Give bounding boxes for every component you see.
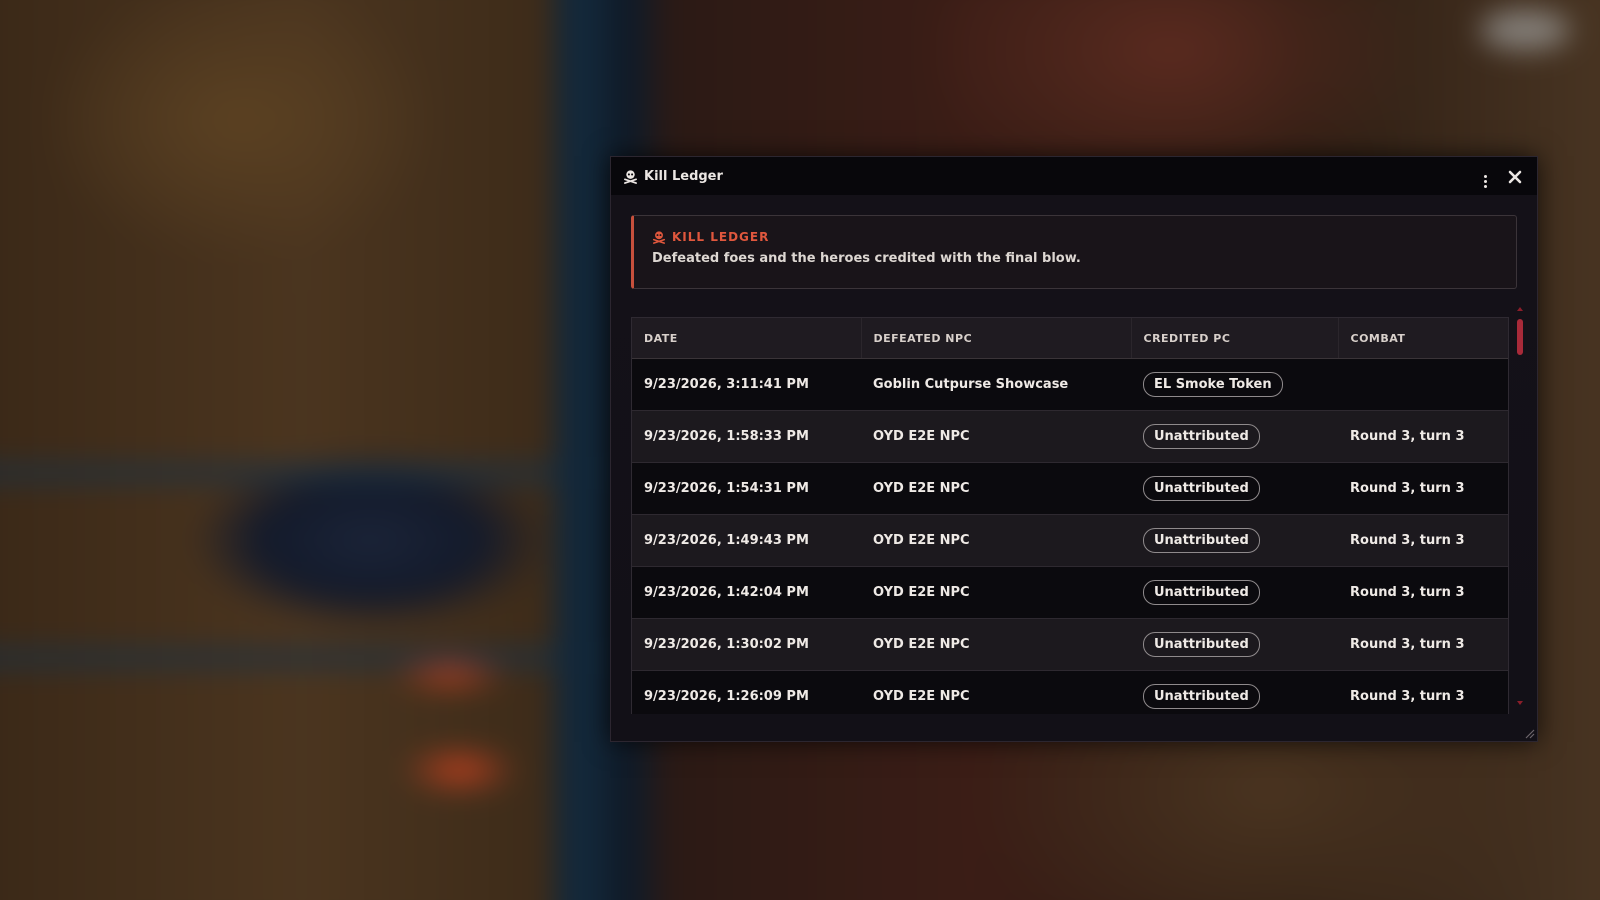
credited-pc-pill[interactable]: Unattributed <box>1143 580 1260 605</box>
column-header-credited-pc[interactable]: CREDITED PC <box>1131 318 1339 359</box>
table-row[interactable]: 9/23/2026, 3:11:41 PM Goblin Cutpurse Sh… <box>632 358 1508 411</box>
table-header-row: DATE DEFEATED NPC CREDITED PC COMBAT <box>632 318 1508 359</box>
scrollbar-thumb[interactable] <box>1517 319 1523 355</box>
card-eyebrow: KILL LEDGER <box>652 230 1498 244</box>
cell-date: 9/23/2026, 1:42:04 PM <box>632 566 861 619</box>
map-wall <box>0 465 610 481</box>
kill-table-container[interactable]: DATE DEFEATED NPC CREDITED PC COMBAT 9/2… <box>631 317 1509 714</box>
cell-credited-pc: Unattributed <box>1131 566 1338 619</box>
scroll-up-arrow-icon[interactable] <box>1517 307 1523 311</box>
table-scrollbar[interactable] <box>1517 307 1523 705</box>
cell-combat: Round 3, turn 3 <box>1338 514 1508 567</box>
kill-ledger-window: Kill Ledger KILL LEDGER Defeated foes an… <box>610 156 1538 742</box>
credited-pc-pill[interactable]: EL Smoke Token <box>1143 372 1283 397</box>
map-token <box>1480 10 1570 50</box>
credited-pc-pill[interactable]: Unattributed <box>1143 424 1260 449</box>
kebab-menu-icon[interactable] <box>1475 162 1495 191</box>
table-row[interactable]: 9/23/2026, 1:58:33 PM OYD E2E NPC Unattr… <box>632 410 1508 463</box>
column-header-defeated-npc[interactable]: DEFEATED NPC <box>861 318 1132 359</box>
skull-icon <box>624 169 637 184</box>
cell-defeated-npc: OYD E2E NPC <box>861 566 1131 619</box>
cell-credited-pc: Unattributed <box>1131 618 1338 671</box>
card-subtitle: Defeated foes and the heroes credited wi… <box>652 251 1081 266</box>
cell-defeated-npc: OYD E2E NPC <box>861 618 1131 671</box>
column-header-combat[interactable]: COMBAT <box>1338 318 1508 359</box>
table-row[interactable]: 9/23/2026, 1:49:43 PM OYD E2E NPC Unattr… <box>632 514 1508 567</box>
cell-defeated-npc: Goblin Cutpurse Showcase <box>861 358 1131 411</box>
resize-handle-icon[interactable] <box>1523 727 1535 739</box>
cell-credited-pc: Unattributed <box>1131 462 1338 515</box>
table-row[interactable]: 9/23/2026, 1:54:31 PM OYD E2E NPC Unattr… <box>632 462 1508 515</box>
credited-pc-pill[interactable]: Unattributed <box>1143 632 1260 657</box>
card-eyebrow-label: KILL LEDGER <box>672 230 770 244</box>
cell-credited-pc: Unattributed <box>1131 514 1338 567</box>
close-icon[interactable] <box>1505 166 1525 187</box>
cell-date: 9/23/2026, 1:54:31 PM <box>632 462 861 515</box>
kill-table: DATE DEFEATED NPC CREDITED PC COMBAT 9/2… <box>632 318 1508 714</box>
credited-pc-pill[interactable]: Unattributed <box>1143 528 1260 553</box>
cell-date: 9/23/2026, 1:30:02 PM <box>632 618 861 671</box>
cell-defeated-npc: OYD E2E NPC <box>861 670 1131 714</box>
window-title: Kill Ledger <box>644 168 723 184</box>
cell-combat: Round 3, turn 3 <box>1338 462 1508 515</box>
cell-date: 9/23/2026, 1:49:43 PM <box>632 514 861 567</box>
credited-pc-pill[interactable]: Unattributed <box>1143 476 1260 501</box>
cell-credited-pc: Unattributed <box>1131 670 1338 714</box>
cell-combat: Round 3, turn 3 <box>1338 410 1508 463</box>
cell-defeated-npc: OYD E2E NPC <box>861 462 1131 515</box>
cell-date: 9/23/2026, 1:26:09 PM <box>632 670 861 714</box>
cell-combat: Round 3, turn 3 <box>1338 566 1508 619</box>
table-row[interactable]: 9/23/2026, 1:30:02 PM OYD E2E NPC Unattr… <box>632 618 1508 671</box>
cell-combat: Round 3, turn 3 <box>1338 670 1508 714</box>
window-titlebar[interactable]: Kill Ledger <box>611 157 1537 195</box>
credited-pc-pill[interactable]: Unattributed <box>1143 684 1260 709</box>
column-header-date[interactable]: DATE <box>632 318 862 359</box>
cell-defeated-npc: OYD E2E NPC <box>861 514 1131 567</box>
cell-date: 9/23/2026, 3:11:41 PM <box>632 358 861 411</box>
cell-date: 9/23/2026, 1:58:33 PM <box>632 410 861 463</box>
map-wall <box>0 650 610 666</box>
scroll-down-arrow-icon[interactable] <box>1517 701 1523 705</box>
table-row[interactable]: 9/23/2026, 1:42:04 PM OYD E2E NPC Unattr… <box>632 566 1508 619</box>
table-row[interactable]: 9/23/2026, 1:26:09 PM OYD E2E NPC Unattr… <box>632 670 1508 714</box>
cell-defeated-npc: OYD E2E NPC <box>861 410 1131 463</box>
skull-icon <box>652 231 666 244</box>
cell-combat: Round 3, turn 3 <box>1338 618 1508 671</box>
ledger-header-card: KILL LEDGER Defeated foes and the heroes… <box>631 215 1517 289</box>
cell-credited-pc: Unattributed <box>1131 410 1338 463</box>
map-wall <box>555 0 605 900</box>
cell-combat <box>1338 358 1508 411</box>
cell-credited-pc: EL Smoke Token <box>1131 358 1338 411</box>
